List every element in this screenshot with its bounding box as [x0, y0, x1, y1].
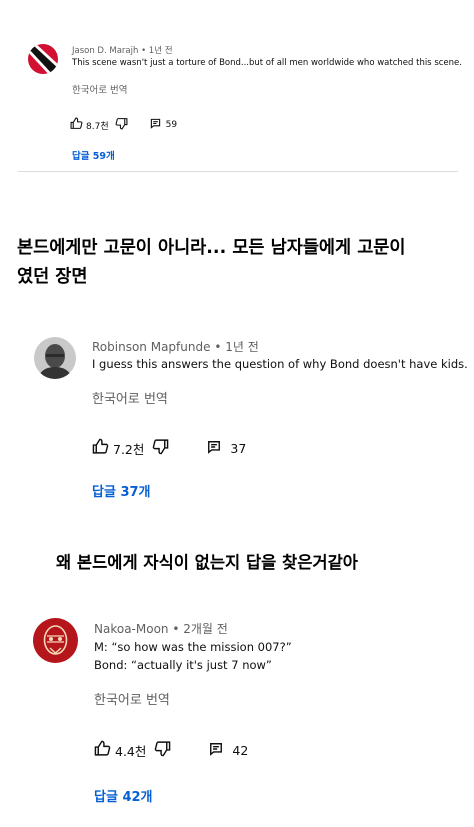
thumbs-down-icon[interactable] [152, 438, 169, 458]
reply-icon[interactable] [150, 118, 161, 132]
translate-link[interactable]: 한국어로 번역 [72, 82, 127, 96]
comment-line: Bond: “actually it's just 7 now” [94, 658, 272, 672]
caption-line: 본드에게만 고문이 아니라... 모든 남자들에게 고문이 [17, 238, 406, 258]
timestamp[interactable]: • 1년 전 [141, 46, 172, 56]
comment-text: M: “so how was the mission 007?” Bond: “… [94, 638, 292, 674]
comment-1: Jason D. Marajh • 1년 전 This scene wasn't… [0, 0, 474, 172]
comment-actions: 7.2천 37 [92, 438, 246, 458]
trinidad-flag-icon [28, 44, 58, 74]
caption-line: 였던 장면 [17, 267, 88, 287]
translate-link[interactable]: 한국어로 번역 [94, 689, 170, 708]
avatar[interactable] [33, 618, 78, 663]
reply-icon[interactable] [207, 440, 221, 457]
red-mask-icon [33, 618, 78, 663]
comment-text: I guess this answers the question of why… [92, 357, 468, 372]
korean-caption-1: 본드에게만 고문이 아니라... 모든 남자들에게 고문이 였던 장면 [0, 234, 474, 292]
comment-text: This scene wasn't just a torture of Bond… [72, 58, 462, 69]
comment-actions: 4.4천 42 [94, 740, 248, 760]
like-count: 8.7천 [86, 121, 109, 132]
korean-caption-2: 왜 본드에게 자식이 없는지 답을 찾은거같아 [0, 550, 474, 576]
divider [18, 171, 458, 172]
comment-line: M: “so how was the mission 007?” [94, 640, 292, 654]
timestamp[interactable]: • 2개월 전 [172, 622, 227, 636]
author-name[interactable]: Jason D. Marajh [72, 46, 138, 56]
comment-meta: Nakoa-Moon • 2개월 전 [94, 620, 228, 637]
avatar[interactable] [34, 337, 76, 379]
reply-count: 59 [165, 120, 178, 130]
like-count: 4.4천 [115, 743, 147, 759]
comment-3: Nakoa-Moon • 2개월 전 M: “so how was the mi… [0, 612, 474, 812]
avatar[interactable] [28, 44, 58, 74]
portrait-photo-icon [34, 337, 76, 379]
caption-line: 왜 본드에게 자식이 없는지 답을 찾은거같아 [56, 553, 358, 572]
reply-icon[interactable] [209, 742, 223, 759]
comment-line: This scene wasn't just a torture of Bond… [72, 58, 462, 68]
comment-2: Robinson Mapfunde • 1년 전 I guess this an… [0, 330, 474, 510]
comment-meta: Robinson Mapfunde • 1년 전 [92, 338, 259, 355]
view-replies-link[interactable]: 답글 37개 [92, 481, 151, 500]
thumbs-down-icon[interactable] [115, 117, 128, 133]
reply-count: 42 [232, 742, 249, 758]
author-name[interactable]: Nakoa-Moon [94, 622, 169, 636]
like-count: 7.2천 [113, 441, 145, 457]
view-replies-link[interactable]: 답글 59개 [72, 148, 115, 162]
thumbs-up-icon[interactable] [70, 117, 83, 133]
author-name[interactable]: Robinson Mapfunde [92, 340, 210, 354]
comment-actions: 8.7천 59 [70, 117, 177, 133]
thumbs-down-icon[interactable] [154, 740, 171, 760]
comment-line: I guess this answers the question of why… [92, 357, 468, 371]
thumbs-up-icon[interactable] [92, 438, 109, 458]
view-replies-link[interactable]: 답글 42개 [94, 786, 153, 805]
translate-link[interactable]: 한국어로 번역 [92, 388, 168, 407]
thumbs-up-icon[interactable] [94, 740, 111, 760]
comment-meta: Jason D. Marajh • 1년 전 [72, 44, 173, 56]
reply-count: 37 [230, 440, 247, 456]
timestamp[interactable]: • 1년 전 [214, 340, 258, 354]
